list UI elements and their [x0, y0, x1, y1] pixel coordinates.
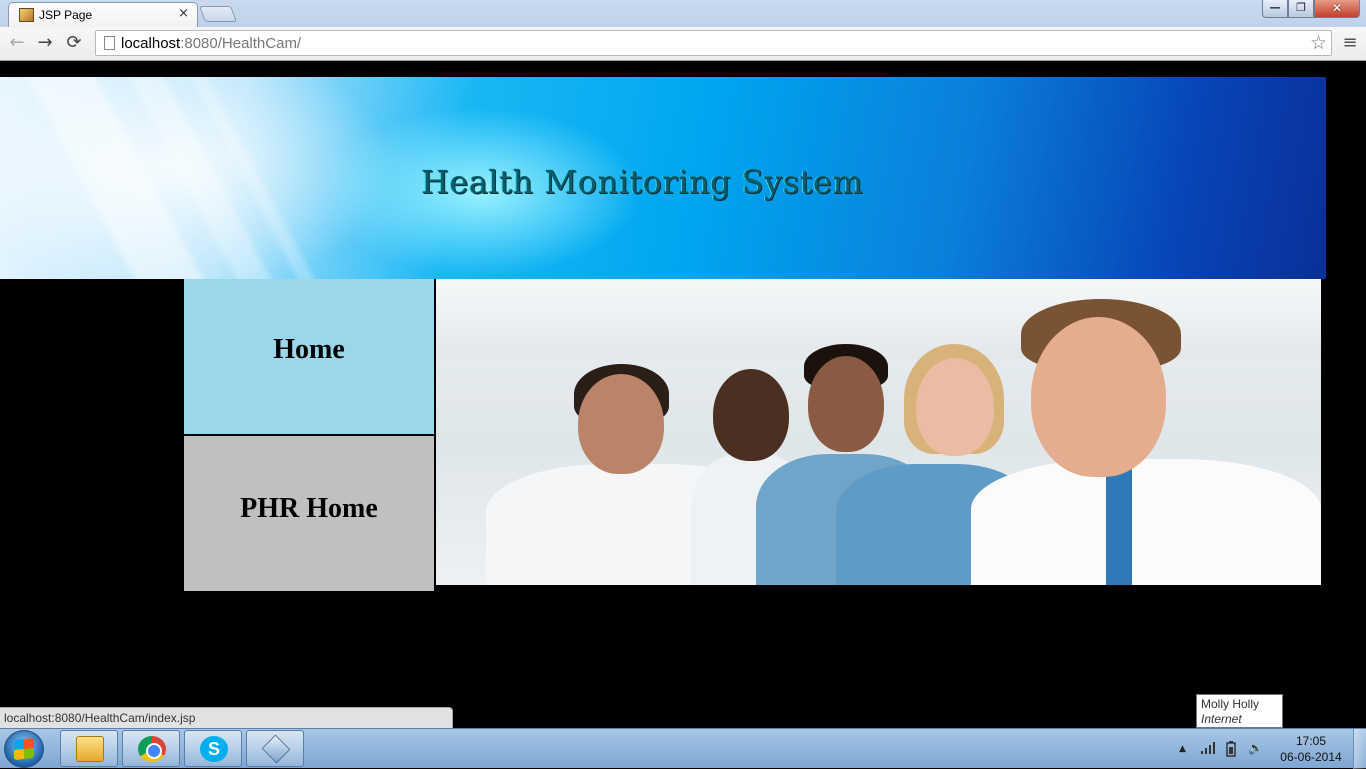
web-page: Health Monitoring System Home PHR Home	[0, 61, 1366, 728]
back-icon[interactable]: ←	[5, 31, 29, 55]
header-banner: Health Monitoring System	[0, 77, 1326, 279]
show-desktop-button[interactable]	[1353, 729, 1366, 769]
virtualbox-icon	[261, 734, 291, 764]
reload-icon[interactable]: ⟳	[62, 31, 86, 55]
nav-phr-home-link[interactable]: PHR Home	[184, 436, 434, 591]
tab-close-icon[interactable]: ×	[178, 6, 189, 21]
window-minimize-button[interactable]: —	[1262, 0, 1288, 18]
browser-toolbar: ← → ⟳ localhost:8080/HealthCam/ ☆ ≡	[0, 27, 1366, 61]
tab-title: JSP Page	[39, 8, 93, 22]
tooltip-title: Molly Holly	[1201, 697, 1260, 711]
skype-icon: S	[200, 736, 228, 762]
forward-icon[interactable]: →	[33, 31, 57, 55]
network-tooltip: Molly Holly Internet access	[1196, 694, 1283, 741]
nav-home-link[interactable]: Home	[184, 279, 434, 436]
url-host: localhost	[121, 35, 181, 52]
clock-time: 17:05	[1295, 734, 1327, 748]
volume-icon[interactable]: 🔈	[1248, 741, 1263, 755]
tab-strip: JSP Page × — ❐ ✕	[0, 0, 1366, 27]
menu-icon[interactable]: ≡	[1340, 33, 1360, 53]
browser-chrome: JSP Page × — ❐ ✕ ← → ⟳ localhost:8080/He…	[0, 0, 1366, 61]
taskbar-chrome-button[interactable]	[122, 730, 180, 767]
taskbar-explorer-button[interactable]	[60, 730, 118, 767]
bookmark-star-icon[interactable]: ☆	[1310, 32, 1327, 54]
status-bar-url: localhost:8080/HealthCam/index.jsp	[0, 707, 453, 728]
chrome-icon	[138, 736, 166, 762]
address-bar[interactable]: localhost:8080/HealthCam/ ☆	[95, 30, 1332, 56]
taskbar-virtualbox-button[interactable]	[246, 730, 304, 767]
close-icon: ✕	[1331, 1, 1343, 15]
folder-icon	[76, 736, 104, 762]
doctors-hero-image	[436, 279, 1321, 585]
network-icon[interactable]	[1200, 741, 1216, 758]
window-close-button[interactable]: ✕	[1314, 0, 1360, 18]
tab-jsp-page[interactable]: JSP Page ×	[8, 2, 198, 27]
side-navigation: Home PHR Home	[184, 279, 434, 591]
address-url: localhost:8080/HealthCam/	[121, 35, 301, 52]
battery-icon[interactable]	[1224, 741, 1238, 760]
windows-logo-icon	[14, 737, 34, 761]
start-button[interactable]	[4, 730, 44, 768]
minimize-icon: —	[1269, 1, 1281, 14]
show-hidden-icons-arrow-icon[interactable]: ▲	[1179, 744, 1186, 754]
url-path: :8080/HealthCam/	[180, 35, 302, 52]
clock-date: 06-06-2014	[1280, 750, 1342, 764]
page-icon	[104, 36, 115, 50]
page-favicon-icon	[19, 8, 34, 22]
window-maximize-button[interactable]: ❐	[1288, 0, 1314, 18]
necktie	[1106, 464, 1132, 585]
site-title: Health Monitoring System	[421, 163, 864, 201]
taskbar-skype-button[interactable]: S	[184, 730, 242, 767]
windows-taskbar: S ▲ 🔈 17:05 06-06-2014	[0, 728, 1366, 769]
new-tab-button[interactable]	[199, 6, 237, 22]
system-clock[interactable]: 17:05 06-06-2014	[1270, 733, 1352, 765]
maximize-icon: ❐	[1296, 1, 1306, 14]
doctor-figure	[931, 299, 1321, 585]
